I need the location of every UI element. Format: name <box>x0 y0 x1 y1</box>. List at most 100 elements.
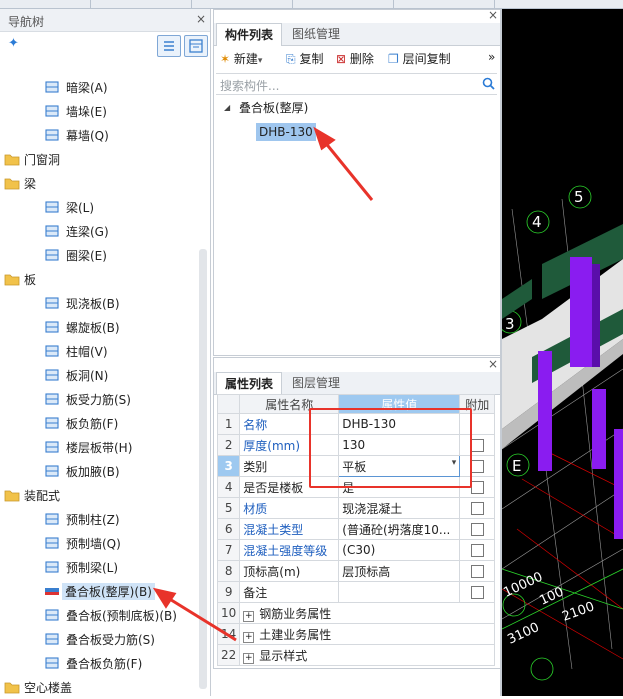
nav-item-4[interactable]: 梁 <box>0 171 198 195</box>
extra-checkbox[interactable] <box>470 481 484 494</box>
nav-item-18[interactable]: 预制柱(Z) <box>0 507 198 531</box>
ring-beam-icon <box>44 247 60 263</box>
extra-cell <box>459 497 496 519</box>
extra-checkbox[interactable] <box>470 502 484 515</box>
property-group[interactable]: + 钢筋业务属性 <box>239 602 496 624</box>
property-group[interactable]: + 土建业务属性 <box>239 623 496 645</box>
nav-item-1[interactable]: 墙垛(E) <box>0 99 198 123</box>
property-row[interactable]: 5 材质 现浇混凝土 <box>216 497 496 519</box>
property-group-row[interactable]: 22 + 显示样式 <box>216 644 496 666</box>
search-input[interactable]: 搜索构件... <box>220 77 279 94</box>
extra-checkbox[interactable] <box>470 565 484 578</box>
nav-item-25[interactable]: 空心楼盖 <box>0 675 198 699</box>
property-value[interactable]: 层顶标高 <box>338 560 461 582</box>
nav-item-label: 装配式 <box>24 489 61 503</box>
nav-item-label: 梁(L) <box>66 201 95 215</box>
extra-checkbox[interactable] <box>470 439 484 452</box>
property-value[interactable]: (普通砼(坍落度10... <box>338 518 461 540</box>
nav-item-5[interactable]: 梁(L) <box>0 195 198 219</box>
tab-drawing-management[interactable]: 图纸管理 <box>284 23 348 45</box>
property-value[interactable]: 现浇混凝土 <box>338 497 461 519</box>
property-value[interactable]: (C30) <box>338 539 461 561</box>
delete-button[interactable]: ⊠ 删除 <box>336 50 374 67</box>
floor-copy-button[interactable]: ❐ 层间复制 <box>388 50 451 67</box>
extra-checkbox[interactable] <box>470 460 484 473</box>
expand-plus-icon[interactable]: + <box>243 610 255 622</box>
nav-item-23[interactable]: 叠合板受力筋(S) <box>0 627 198 651</box>
nav-item-24[interactable]: 叠合板负筋(F) <box>0 651 198 675</box>
nav-item-2[interactable]: 幕墙(Q) <box>0 123 198 147</box>
folder-icon <box>4 151 20 167</box>
component-item-dhb130[interactable]: DHB-130 <box>256 123 316 141</box>
expand-plus-icon[interactable]: + <box>243 631 255 643</box>
nav-item-10[interactable]: 螺旋板(B) <box>0 315 198 339</box>
component-search[interactable]: 搜索构件... <box>216 73 497 95</box>
property-value[interactable] <box>338 581 461 603</box>
row-number: 1 <box>216 413 241 435</box>
add-favorite-icon[interactable]: ✦ <box>8 36 19 51</box>
nav-item-16[interactable]: 板加腋(B) <box>0 459 198 483</box>
precast-wall-icon <box>44 535 60 551</box>
new-button[interactable]: ✶ 新建▾ <box>220 50 262 67</box>
property-row[interactable]: 7 混凝土强度等级 (C30) <box>216 539 496 561</box>
folder-icon <box>4 175 20 191</box>
row-number: 6 <box>216 518 241 540</box>
copy-button[interactable]: ⎘ 复制 <box>286 50 323 67</box>
nav-item-9[interactable]: 现浇板(B) <box>0 291 198 315</box>
nav-item-19[interactable]: 预制墙(Q) <box>0 531 198 555</box>
row-number: 14 <box>216 623 241 645</box>
toolbar-more-icon[interactable]: » <box>488 50 495 64</box>
tab-layer-management[interactable]: 图层管理 <box>284 372 348 394</box>
tab-property-list[interactable]: 属性列表 <box>216 372 283 395</box>
prop-close-icon[interactable]: × <box>488 357 498 371</box>
property-row[interactable]: 8 顶标高(m) 层顶标高 <box>216 560 496 582</box>
collapse-triangle-icon[interactable]: ◢ <box>224 103 230 112</box>
slab-negative-rebar-icon <box>44 415 60 431</box>
property-group-row[interactable]: 14 + 土建业务属性 <box>216 623 496 645</box>
nav-item-13[interactable]: 板受力筋(S) <box>0 387 198 411</box>
nav-item-11[interactable]: 柱帽(V) <box>0 339 198 363</box>
nav-item-label: 预制柱(Z) <box>66 513 120 527</box>
nav-item-21[interactable]: 叠合板(整厚)(B) <box>0 579 198 603</box>
nav-item-8[interactable]: 板 <box>0 267 198 291</box>
nav-item-label: 螺旋板(B) <box>66 321 120 335</box>
property-group-row[interactable]: 10 + 钢筋业务属性 <box>216 602 496 624</box>
nav-item-6[interactable]: 连梁(G) <box>0 219 198 243</box>
nav-item-20[interactable]: 预制梁(L) <box>0 555 198 579</box>
extra-cell <box>459 581 496 603</box>
composite-slab-icon <box>44 583 60 599</box>
nav-item-14[interactable]: 板负筋(F) <box>0 411 198 435</box>
nav-item-label: 墙垛(E) <box>66 105 107 119</box>
3d-view-canvas[interactable]: 5 4 3 E 2100 100 3100 10000 <box>502 9 623 696</box>
floor-copy-label: 层间复制 <box>402 52 451 66</box>
nav-item-label: 楼层板带(H) <box>66 441 133 455</box>
nav-item-0[interactable]: 暗梁(A) <box>0 75 198 99</box>
copy-icon: ⎘ <box>286 52 296 66</box>
tab-component-list[interactable]: 构件列表 <box>216 23 283 46</box>
hidden-beam-icon <box>44 79 60 95</box>
nav-close-icon[interactable]: × <box>196 12 206 26</box>
detail-view-icon <box>189 39 203 53</box>
extra-checkbox[interactable] <box>470 523 484 536</box>
list-view-button[interactable] <box>157 35 181 57</box>
nav-item-7[interactable]: 圈梁(E) <box>0 243 198 267</box>
property-row[interactable]: 6 混凝土类型 (普通砼(坍落度10... <box>216 518 496 540</box>
property-group-label: 显示样式 <box>259 648 308 663</box>
nav-item-15[interactable]: 楼层板带(H) <box>0 435 198 459</box>
extra-checkbox[interactable] <box>470 586 484 599</box>
nav-item-17[interactable]: 装配式 <box>0 483 198 507</box>
expand-plus-icon[interactable]: + <box>243 652 255 664</box>
extra-checkbox[interactable] <box>470 544 484 557</box>
detail-view-button[interactable] <box>184 35 208 57</box>
nav-item-label: 板负筋(F) <box>66 417 119 431</box>
nav-item-label: 叠合板(预制底板)(B) <box>66 609 177 623</box>
nav-scrollbar[interactable] <box>199 249 207 689</box>
component-group[interactable]: 叠合板(整厚) <box>239 99 308 116</box>
property-row[interactable]: 9 备注 <box>216 581 496 603</box>
column-cap-icon <box>44 343 60 359</box>
nav-item-12[interactable]: 板洞(N) <box>0 363 198 387</box>
comp-close-icon[interactable]: × <box>488 8 498 22</box>
nav-item-22[interactable]: 叠合板(预制底板)(B) <box>0 603 198 627</box>
nav-item-3[interactable]: 门窗洞 <box>0 147 198 171</box>
property-group[interactable]: + 显示样式 <box>239 644 496 666</box>
